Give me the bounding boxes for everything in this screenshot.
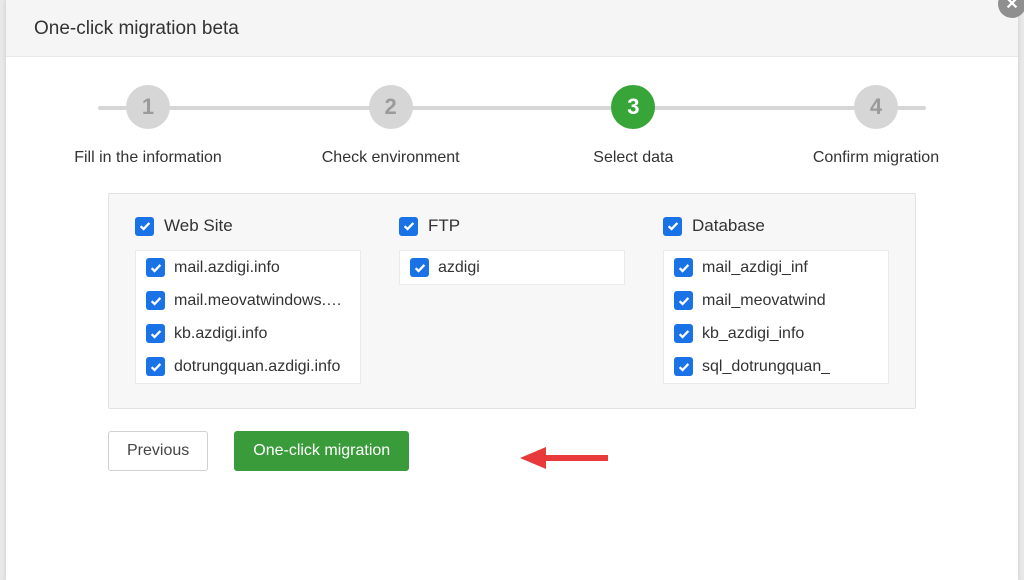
step-circle-4: 4: [854, 85, 898, 129]
list-item: mail_meovatwind: [664, 284, 888, 317]
checkbox-item[interactable]: [674, 324, 693, 343]
column-title-database: Database: [692, 216, 765, 236]
arrow-annotation-icon: [520, 443, 610, 473]
item-label: dotrungquan.azdigi.info: [174, 358, 340, 376]
modal-header: One-click migration beta: [6, 0, 1018, 57]
migrate-button[interactable]: One-click migration: [234, 431, 409, 471]
column-header-website: Web Site: [135, 216, 361, 236]
modal-title: One-click migration beta: [34, 18, 239, 39]
checkbox-item[interactable]: [410, 258, 429, 277]
step-3: 3 Select data: [533, 85, 733, 167]
checkbox-item[interactable]: [146, 357, 165, 376]
column-title-website: Web Site: [164, 216, 233, 236]
list-item: mail_azdigi_inf: [664, 251, 888, 284]
stepper: 1 Fill in the information 2 Check enviro…: [28, 85, 996, 167]
checkbox-item[interactable]: [674, 258, 693, 277]
column-database: Database mail_azdigi_inf mail_meovatwind: [663, 216, 889, 384]
migration-modal: One-click migration beta 1 Fill in the i…: [6, 0, 1018, 580]
column-website: Web Site mail.azdigi.info mail.meovatwin…: [135, 216, 361, 384]
column-header-database: Database: [663, 216, 889, 236]
ftp-list: azdigi: [399, 250, 625, 285]
select-data-panel: Web Site mail.azdigi.info mail.meovatwin…: [108, 193, 916, 409]
step-4: 4 Confirm migration: [776, 85, 976, 167]
item-label: mail_meovatwind: [702, 292, 826, 310]
step-circle-3: 3: [611, 85, 655, 129]
checkbox-database-all[interactable]: [663, 217, 682, 236]
close-icon: [1005, 0, 1019, 15]
step-circle-2: 2: [369, 85, 413, 129]
list-item: azdigi: [400, 251, 624, 284]
checkbox-website-all[interactable]: [135, 217, 154, 236]
previous-button[interactable]: Previous: [108, 431, 208, 471]
list-item: mail.azdigi.info: [136, 251, 360, 284]
list-item: sql_dotrungquan_: [664, 350, 888, 383]
website-list: mail.azdigi.info mail.meovatwindows.… kb…: [135, 250, 361, 384]
checkbox-item[interactable]: [146, 258, 165, 277]
item-label: azdigi: [438, 259, 480, 277]
step-label-2: Check environment: [322, 149, 460, 167]
item-label: sql_dotrungquan_: [702, 358, 830, 376]
list-item: kb.azdigi.info: [136, 317, 360, 350]
data-columns: Web Site mail.azdigi.info mail.meovatwin…: [135, 216, 889, 384]
step-label-1: Fill in the information: [74, 149, 222, 167]
step-1: 1 Fill in the information: [48, 85, 248, 167]
footer-actions: Previous One-click migration: [108, 431, 916, 471]
database-list: mail_azdigi_inf mail_meovatwind kb_azdig…: [663, 250, 889, 384]
item-label: mail_azdigi_inf: [702, 259, 808, 277]
step-circle-1: 1: [126, 85, 170, 129]
checkbox-item[interactable]: [146, 324, 165, 343]
step-label-4: Confirm migration: [813, 149, 939, 167]
item-label: kb.azdigi.info: [174, 325, 267, 343]
list-item: kb_azdigi_info: [664, 317, 888, 350]
item-label: mail.meovatwindows.…: [174, 292, 342, 310]
column-title-ftp: FTP: [428, 216, 460, 236]
column-header-ftp: FTP: [399, 216, 625, 236]
list-item: dotrungquan.azdigi.info: [136, 350, 360, 383]
checkbox-ftp-all[interactable]: [399, 217, 418, 236]
checkbox-item[interactable]: [674, 291, 693, 310]
column-ftp: FTP azdigi: [399, 216, 625, 384]
item-label: mail.azdigi.info: [174, 259, 280, 277]
modal-body: 1 Fill in the information 2 Check enviro…: [6, 57, 1018, 471]
step-2: 2 Check environment: [291, 85, 491, 167]
step-label-3: Select data: [593, 149, 673, 167]
list-item: mail.meovatwindows.…: [136, 284, 360, 317]
item-label: kb_azdigi_info: [702, 325, 804, 343]
checkbox-item[interactable]: [674, 357, 693, 376]
checkbox-item[interactable]: [146, 291, 165, 310]
